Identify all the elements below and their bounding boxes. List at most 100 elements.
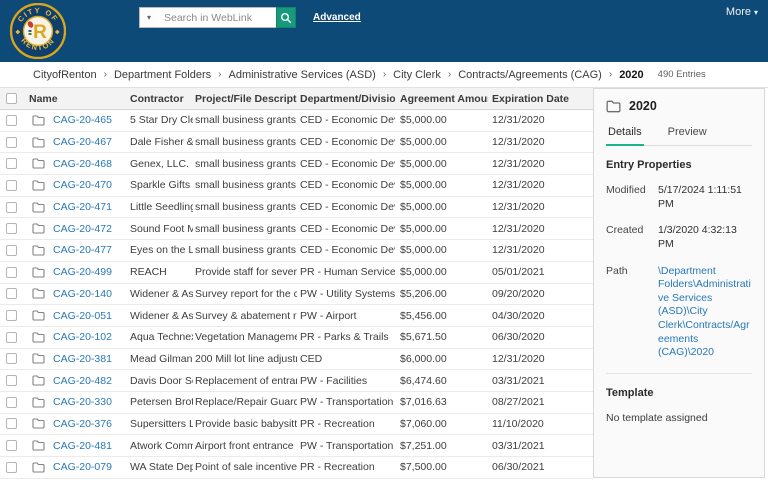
table-row[interactable]: CAG-20-471 Little Seedlings F small busi… [0, 196, 593, 219]
column-header-department[interactable]: Department/Division [297, 93, 395, 105]
row-checkbox[interactable] [6, 266, 17, 278]
column-header-contractor[interactable]: Contractor [128, 93, 193, 105]
entry-link[interactable]: CAG-20-467 [53, 136, 112, 148]
row-checkbox[interactable] [6, 223, 17, 235]
tab-preview[interactable]: Preview [666, 126, 709, 145]
folder-icon [32, 332, 45, 343]
entry-link[interactable]: CAG-20-470 [53, 179, 112, 191]
table-row[interactable]: CAG-20-467 Dale Fisher & As small busine… [0, 131, 593, 154]
breadcrumb-item[interactable]: Department Folders [114, 69, 211, 81]
expiration-cell: 12/31/2020 [492, 136, 545, 149]
row-checkbox[interactable] [6, 201, 17, 213]
entry-link[interactable]: CAG-20-381 [53, 353, 112, 365]
breadcrumb-item[interactable]: CityofRenton [33, 69, 97, 81]
row-checkbox[interactable] [6, 418, 17, 430]
entry-link[interactable]: CAG-20-376 [53, 418, 112, 430]
breadcrumb-item[interactable]: 2020 [619, 69, 643, 81]
row-checkbox-cell [0, 201, 27, 213]
contractor-cell: Petersen Brothe [130, 396, 193, 409]
department-cell: CED - Economic Developme [300, 114, 395, 127]
row-checkbox[interactable] [6, 331, 17, 343]
entry-link[interactable]: CAG-20-140 [53, 288, 112, 300]
row-checkbox[interactable] [6, 244, 17, 256]
column-header-description[interactable]: Project/File Description [193, 93, 297, 105]
column-header-expiration[interactable]: Expiration Date [488, 93, 593, 105]
advanced-search-link[interactable]: Advanced [313, 12, 361, 23]
table-row[interactable]: CAG-20-477 Eyes on the Land small busine… [0, 240, 593, 262]
row-checkbox[interactable] [6, 288, 17, 300]
search-button[interactable] [276, 7, 296, 28]
modified-label: Modified [606, 184, 646, 196]
table-row[interactable]: CAG-20-481 Atwork Commer Airport front e… [0, 435, 593, 457]
entry-link[interactable]: CAG-20-477 [53, 244, 112, 256]
row-checkbox[interactable] [6, 461, 17, 473]
row-checkbox[interactable] [6, 375, 17, 387]
expiration-cell: 06/30/2021 [492, 461, 545, 474]
folder-icon [32, 440, 45, 451]
entry-link[interactable]: CAG-20-330 [53, 396, 112, 408]
table-row[interactable]: CAG-20-330 Petersen Brothe Replace/Repai… [0, 391, 593, 414]
breadcrumb-item[interactable]: Administrative Services (ASD) [229, 69, 376, 81]
row-checkbox-cell [0, 331, 27, 343]
department-cell: CED - Economic Developme [300, 157, 395, 170]
entry-link[interactable]: CAG-20-079 [53, 461, 112, 473]
row-checkbox[interactable] [6, 396, 17, 408]
column-header-amount[interactable]: Agreement Amount ▲ [395, 93, 488, 105]
row-checkbox[interactable] [6, 179, 17, 191]
table-row[interactable]: CAG-20-381 Mead Gilman ar 200 Mill lot l… [0, 348, 593, 371]
name-cell: CAG-20-330 [27, 396, 128, 408]
city-of-renton-logo: CITY OF RENTON ◆ ◆ R [10, 3, 66, 59]
breadcrumb-item[interactable]: Contracts/Agreements (CAG) [458, 69, 602, 81]
entry-link[interactable]: CAG-20-471 [53, 201, 112, 213]
row-checkbox[interactable] [6, 310, 17, 322]
table-row[interactable]: CAG-20-470 Sparkle Gifts & W small busin… [0, 175, 593, 197]
entry-link[interactable]: CAG-20-102 [53, 331, 112, 343]
table-row[interactable]: CAG-20-468 Genex, LLC. small business gr… [0, 153, 593, 176]
table-row[interactable]: CAG-20-465 5 Star Dry Clean small busine… [0, 110, 593, 132]
folder-icon [32, 418, 45, 430]
expiration-cell: 12/31/2020 [492, 201, 545, 214]
search-input[interactable] [158, 7, 276, 28]
table-row[interactable]: CAG-20-051 Widener & Asso Survey & abate… [0, 305, 593, 327]
entries-count: 490 Entries [657, 69, 706, 80]
entry-link[interactable]: CAG-20-472 [53, 223, 112, 235]
tab-details[interactable]: Details [606, 126, 644, 146]
entry-link[interactable]: CAG-20-465 [53, 114, 112, 126]
details-panel: 2020 Details Preview Entry Properties Mo… [593, 88, 765, 478]
search-scope-dropdown[interactable]: ▾ [139, 7, 158, 28]
row-checkbox[interactable] [6, 114, 17, 126]
description-cell: Vegetation Management at Re [195, 331, 297, 344]
column-header-name[interactable]: Name [27, 93, 128, 105]
department-cell: PR - Parks & Trails [300, 331, 389, 344]
table-row[interactable]: CAG-20-079 WA State Depart Point of sale… [0, 457, 593, 479]
entry-link[interactable]: CAG-20-051 [53, 310, 112, 322]
modified-row: Modified 5/17/2024 1:11:51 PM [606, 184, 752, 211]
table-row[interactable]: CAG-20-376 Supersitters LLC Provide basi… [0, 413, 593, 436]
select-all-checkbox[interactable] [6, 93, 17, 104]
entry-link[interactable]: CAG-20-468 [53, 158, 112, 170]
folder-icon [32, 267, 45, 278]
table-row[interactable]: CAG-20-102 Aqua Technex, L Vegetation Ma… [0, 326, 593, 349]
breadcrumb-item[interactable]: City Clerk [393, 69, 441, 81]
row-checkbox[interactable] [6, 440, 17, 452]
table-row[interactable]: CAG-20-472 Sound Foot Mas small business… [0, 218, 593, 241]
row-checkbox[interactable] [6, 136, 17, 148]
path-link[interactable]: \Department Folders\Administrative Servi… [658, 265, 752, 360]
svg-text:◆: ◆ [16, 30, 21, 36]
table-row[interactable]: CAG-20-499 REACH Provide staff for sever… [0, 261, 593, 284]
folder-icon [32, 353, 45, 364]
description-cell: 200 Mill lot line adjustment [195, 352, 297, 365]
row-checkbox[interactable] [6, 353, 17, 365]
entry-link[interactable]: CAG-20-481 [53, 440, 112, 452]
contractor-cell: Davis Door Serv [130, 374, 193, 387]
entry-link[interactable]: CAG-20-499 [53, 266, 112, 278]
row-checkbox[interactable] [6, 158, 17, 170]
entry-link[interactable]: CAG-20-482 [53, 375, 112, 387]
amount-cell: $5,000.00 [400, 222, 447, 235]
expiration-cell: 12/31/2020 [492, 222, 545, 235]
table-row[interactable]: CAG-20-482 Davis Door Serv Replacement o… [0, 370, 593, 392]
row-checkbox-cell [0, 114, 27, 126]
name-cell: CAG-20-482 [27, 375, 128, 387]
more-menu-button[interactable]: More ▾ [726, 6, 758, 18]
table-row[interactable]: CAG-20-140 Widener & Asso Survey report … [0, 283, 593, 306]
